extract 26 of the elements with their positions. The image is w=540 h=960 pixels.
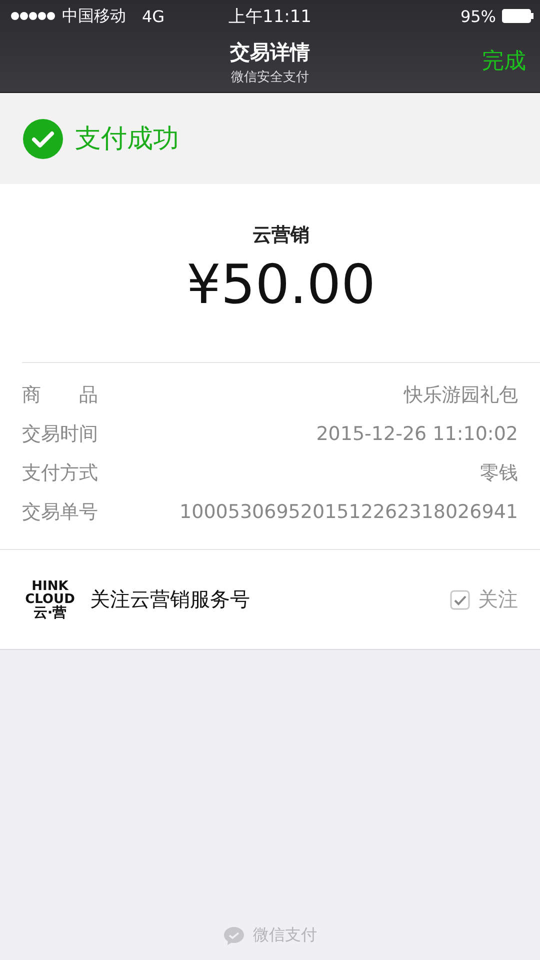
network-type: 4G [142, 6, 165, 26]
detail-label: 交易单号 [22, 500, 98, 525]
carrier-name: 中国移动 [62, 6, 126, 26]
detail-label: 支付方式 [22, 460, 98, 486]
detail-value: 1000530695201512262318026941 [180, 500, 518, 523]
detail-value: 零钱 [480, 460, 518, 486]
detail-label: 交易时间 [22, 422, 98, 447]
detail-value: 快乐游园礼包 [404, 382, 518, 408]
follow-checkbox[interactable]: 关注 [450, 586, 518, 614]
merchant-name: 云营销 [252, 223, 310, 248]
wechat-pay-label: 微信支付 [253, 925, 317, 946]
wechat-pay-icon [223, 926, 245, 946]
page-subtitle: 微信安全支付 [231, 68, 309, 86]
detail-label: 商 品 [22, 382, 98, 408]
done-button[interactable]: 完成 [482, 46, 526, 76]
payment-success-text: 支付成功 [75, 123, 179, 156]
battery-icon [502, 9, 534, 23]
payment-amount: ¥50.00 [186, 254, 376, 316]
detail-value: 2015-12-26 11:10:02 [316, 422, 518, 445]
battery-percent: 95% [460, 6, 496, 26]
checkbox-icon[interactable] [450, 590, 470, 610]
status-time: 上午11:11 [228, 6, 312, 28]
page-title: 交易详情 [230, 38, 310, 66]
signal-icon [10, 11, 56, 21]
follow-account-text: 关注云营销服务号 [90, 586, 251, 614]
success-check-icon [23, 118, 63, 158]
